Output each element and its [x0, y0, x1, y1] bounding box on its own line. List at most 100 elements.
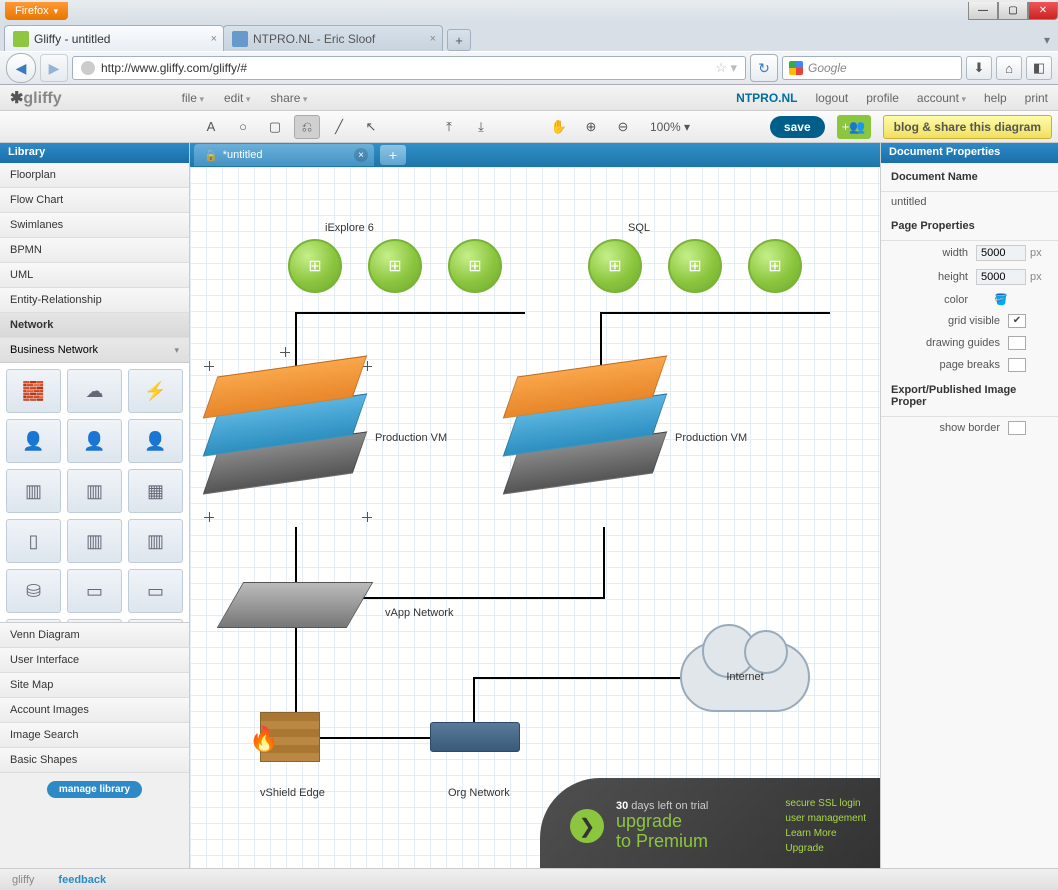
zoom-level[interactable]: 100% ▾	[642, 120, 698, 134]
shape-lightning[interactable]: ⚡	[128, 369, 183, 413]
vm-stack[interactable]: Application Operating System	[210, 367, 360, 497]
manage-library-button[interactable]: manage library	[47, 781, 142, 798]
addon-button[interactable]: ◧	[1026, 56, 1052, 80]
maximize-button[interactable]: ▢	[998, 2, 1028, 20]
tab-close-icon[interactable]: ×	[430, 33, 436, 45]
firefox-menu-button[interactable]: Firefox	[5, 2, 68, 20]
close-doc-icon[interactable]: ×	[354, 148, 368, 162]
shape-server2[interactable]: ▥	[67, 469, 122, 513]
url-input[interactable]: http://www.gliffy.com/gliffy/# ☆ ▾	[72, 56, 746, 80]
trial-link-upgrade[interactable]: Upgrade	[785, 841, 866, 856]
diagram-canvas[interactable]: iExplore 6 SQL Application Operating Sys…	[190, 167, 880, 868]
pointer-tool[interactable]: ↖	[358, 115, 384, 139]
add-document-button[interactable]: +	[380, 145, 406, 165]
send-back-tool[interactable]: ⤓	[468, 115, 494, 139]
bring-front-tool[interactable]: ⤒	[436, 115, 462, 139]
home-button[interactable]: ⌂	[996, 56, 1022, 80]
reload-button[interactable]: ↻	[750, 54, 778, 82]
resize-handle[interactable]	[362, 512, 372, 522]
vm-stack[interactable]: Application Operating System	[510, 367, 660, 497]
back-button[interactable]: ◀	[6, 53, 36, 83]
browser-tab-gliffy[interactable]: Gliffy - untitled ×	[4, 25, 224, 51]
shape-db[interactable]: ⛁	[6, 569, 61, 613]
lib-cat-network[interactable]: Network	[0, 313, 189, 338]
browser-tab-ntpro[interactable]: NTPRO.NL - Eric Sloof ×	[223, 25, 443, 51]
document-tab[interactable]: 🔒 *untitled ×	[194, 144, 374, 166]
vm-node[interactable]	[668, 239, 722, 293]
lib-cat-account[interactable]: Account Images	[0, 698, 189, 723]
add-collaborator-button[interactable]: +👥	[837, 115, 871, 139]
resize-handle[interactable]	[204, 361, 214, 371]
shape-rack3[interactable]: ▥	[128, 519, 183, 563]
profile-link[interactable]: profile	[866, 91, 899, 105]
footer-feedback[interactable]: feedback	[58, 874, 106, 886]
vm-node[interactable]	[748, 239, 802, 293]
vshield-firewall[interactable]	[260, 712, 320, 762]
zoom-in-tool[interactable]: ⊕	[578, 115, 604, 139]
connector-tool[interactable]: ⎌	[294, 115, 320, 139]
shape-switch[interactable]: ▭	[67, 569, 122, 613]
logout-link[interactable]: logout	[816, 91, 849, 105]
bookmark-icon[interactable]: ☆ ▾	[715, 60, 737, 76]
vm-node[interactable]	[368, 239, 422, 293]
minimize-button[interactable]: —	[968, 2, 998, 20]
shape-switch2[interactable]: ▭	[128, 569, 183, 613]
shape-user[interactable]: 👤	[6, 419, 61, 463]
close-button[interactable]: ✕	[1028, 2, 1058, 20]
guides-checkbox[interactable]	[1008, 336, 1026, 350]
color-picker-icon[interactable]: 🪣	[976, 293, 1026, 306]
menu-share[interactable]: share	[270, 91, 307, 105]
vm-node[interactable]	[288, 239, 342, 293]
tab-overflow-icon[interactable]: ▾	[1036, 29, 1058, 51]
height-input[interactable]	[976, 269, 1026, 285]
internet-cloud[interactable]: Internet	[680, 642, 810, 712]
print-link[interactable]: print	[1025, 91, 1048, 105]
shape-user2[interactable]: 👤	[67, 419, 122, 463]
lib-cat-sitemap[interactable]: Site Map	[0, 673, 189, 698]
breaks-checkbox[interactable]	[1008, 358, 1026, 372]
resize-handle[interactable]	[204, 512, 214, 522]
save-button[interactable]: save	[770, 116, 825, 138]
pan-tool[interactable]: ✋	[546, 115, 572, 139]
footer-gliffy[interactable]: gliffy	[12, 874, 34, 886]
trial-link-ssl[interactable]: secure SSL login	[785, 796, 866, 811]
rect-tool[interactable]: ▢	[262, 115, 288, 139]
tab-close-icon[interactable]: ×	[211, 33, 217, 45]
lib-cat-basic[interactable]: Basic Shapes	[0, 748, 189, 773]
lib-subcategory[interactable]: Business Network	[0, 338, 189, 363]
lib-cat-venn[interactable]: Venn Diagram	[0, 623, 189, 648]
vapp-switch[interactable]	[230, 582, 360, 628]
lib-cat-uml[interactable]: UML	[0, 263, 189, 288]
lib-cat-flowchart[interactable]: Flow Chart	[0, 188, 189, 213]
shape-tower[interactable]: ▯	[6, 519, 61, 563]
user-name[interactable]: NTPRO.NL	[736, 91, 797, 105]
vm-node[interactable]	[588, 239, 642, 293]
account-link[interactable]: account	[917, 91, 966, 105]
lib-cat-floorplan[interactable]: Floorplan	[0, 163, 189, 188]
width-input[interactable]	[976, 245, 1026, 261]
trial-link-learn[interactable]: Learn More	[785, 826, 866, 841]
trial-link-users[interactable]: user management	[785, 811, 866, 826]
shape-rack2[interactable]: ▥	[67, 519, 122, 563]
lib-cat-swimlanes[interactable]: Swimlanes	[0, 213, 189, 238]
lib-cat-er[interactable]: Entity-Relationship	[0, 288, 189, 313]
forward-button[interactable]: ▶	[40, 54, 68, 82]
shape-user3[interactable]: 👤	[128, 419, 183, 463]
lib-cat-bpmn[interactable]: BPMN	[0, 238, 189, 263]
zoom-out-tool[interactable]: ⊖	[610, 115, 636, 139]
shape-server[interactable]: ▥	[6, 469, 61, 513]
vm-node[interactable]	[448, 239, 502, 293]
help-link[interactable]: help	[984, 91, 1007, 105]
shape-rack[interactable]: ▦	[128, 469, 183, 513]
circle-tool[interactable]: ○	[230, 115, 256, 139]
upgrade-arrow-icon[interactable]: ❯	[570, 809, 604, 843]
org-network-switch[interactable]	[430, 722, 520, 752]
shape-firewall[interactable]: 🧱	[6, 369, 61, 413]
resize-handle[interactable]	[280, 347, 290, 357]
lib-cat-ui[interactable]: User Interface	[0, 648, 189, 673]
line-tool[interactable]: ╱	[326, 115, 352, 139]
lib-cat-imgsearch[interactable]: Image Search	[0, 723, 189, 748]
border-checkbox[interactable]	[1008, 421, 1026, 435]
downloads-button[interactable]: ⬇	[966, 56, 992, 80]
text-tool[interactable]: A	[198, 115, 224, 139]
